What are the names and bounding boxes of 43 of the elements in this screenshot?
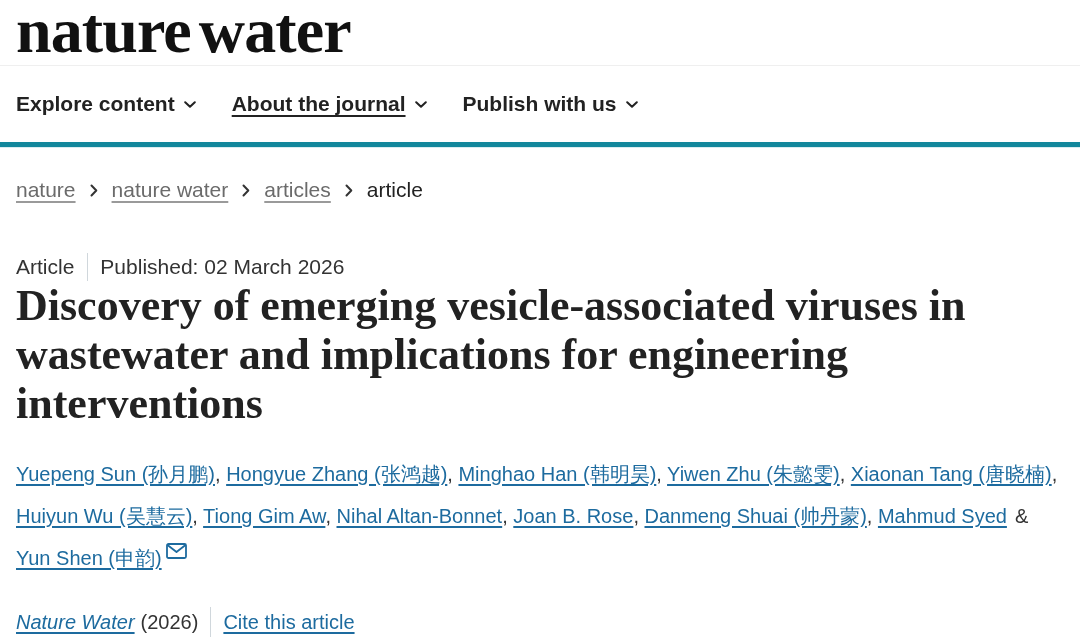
author-separator: , bbox=[215, 463, 221, 485]
author-separator: , bbox=[656, 463, 662, 485]
author-separator: , bbox=[866, 505, 873, 527]
chevron-down-icon bbox=[183, 100, 196, 108]
author-link[interactable]: Hongyue Zhang (张鸿越) bbox=[226, 463, 448, 485]
author-separator: , bbox=[192, 505, 198, 527]
journal-logo[interactable]: nature water bbox=[16, 0, 351, 62]
chevron-down-icon bbox=[625, 100, 638, 108]
author-link[interactable]: Mahmud Syed bbox=[877, 505, 1007, 527]
breadcrumb-current: article bbox=[366, 177, 423, 203]
breadcrumb-link[interactable]: nature bbox=[16, 176, 76, 204]
author-separator: , bbox=[447, 463, 453, 485]
author-separator: , bbox=[502, 505, 508, 527]
author-separator: , bbox=[325, 505, 331, 527]
author-link[interactable]: Yuepeng Sun (孙月鹏) bbox=[16, 463, 215, 485]
journal-link[interactable]: Nature Water bbox=[16, 608, 135, 636]
chevron-right-icon bbox=[344, 183, 353, 197]
author-link[interactable]: Nihal Altan-Bonnet bbox=[336, 505, 503, 527]
nav-menu-button[interactable]: Publish with us bbox=[462, 90, 638, 118]
chevron-right-icon bbox=[242, 183, 251, 197]
author-link[interactable]: Tiong Gim Aw bbox=[203, 505, 326, 527]
chevron-down-icon bbox=[414, 100, 427, 108]
author-link[interactable]: Joan B. Rose bbox=[513, 505, 634, 527]
article-title: Discovery of emerging vesicle-associated viruses in wastewater and implications for engineering interventions bbox=[15, 281, 967, 428]
author-separator: , bbox=[1051, 463, 1058, 485]
article-type-label: Article bbox=[16, 254, 75, 280]
author-link[interactable]: Danmeng Shuai (帅丹蒙) bbox=[644, 505, 867, 527]
nav-menu-button[interactable]: About the journal bbox=[231, 90, 427, 118]
author-separator: , bbox=[633, 505, 639, 527]
author-link[interactable]: Yun Shen (申韵) bbox=[16, 547, 162, 569]
author-separator: , bbox=[839, 463, 846, 485]
cite-article-link[interactable]: Cite this article bbox=[223, 608, 355, 636]
breadcrumb-link[interactable]: nature water bbox=[111, 176, 229, 204]
author-link[interactable]: Minghao Han (韩明昊) bbox=[458, 463, 657, 485]
publish-date: Published: 02 March 2026 bbox=[100, 254, 345, 280]
publication-year: (2026) bbox=[140, 610, 199, 635]
breadcrumb-link[interactable]: articles bbox=[264, 176, 331, 204]
author-separator: & bbox=[1014, 505, 1029, 527]
nav-menu-button[interactable]: Explore content bbox=[16, 90, 196, 118]
author-link[interactable]: Xiaonan Tang (唐晓楠) bbox=[850, 463, 1052, 485]
author-link[interactable]: Huiyun Wu (吴慧云) bbox=[16, 505, 193, 527]
chevron-right-icon bbox=[89, 183, 98, 197]
author-link[interactable]: Yiwen Zhu (朱懿雯) bbox=[667, 463, 840, 485]
